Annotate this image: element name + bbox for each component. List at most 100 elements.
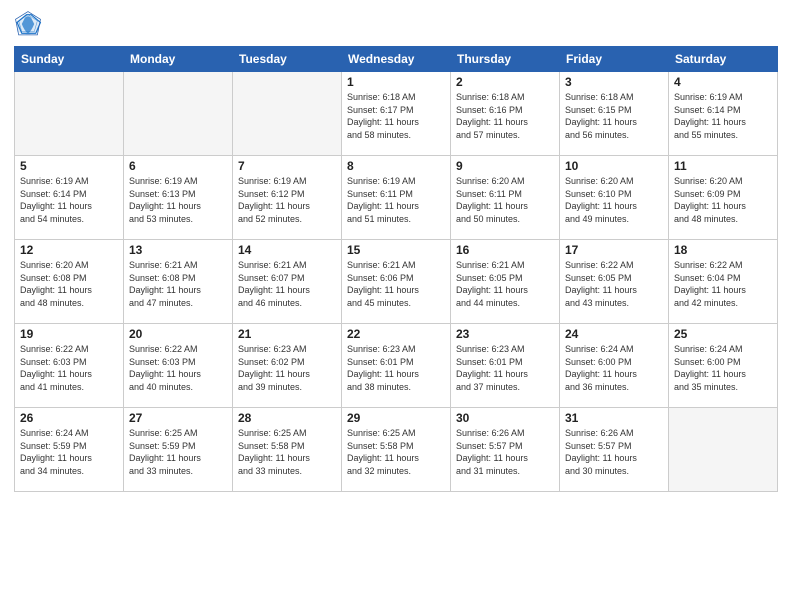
day-number: 8 (347, 159, 445, 173)
calendar-cell: 3 Sunrise: 6:18 AM Sunset: 6:15 PM Daylig… (560, 72, 669, 156)
day-number: 2 (456, 75, 554, 89)
calendar-cell: 15 Sunrise: 6:21 AM Sunset: 6:06 PM Dayli… (342, 240, 451, 324)
weekday-header-row: SundayMondayTuesdayWednesdayThursdayFrid… (15, 47, 778, 72)
calendar-cell (669, 408, 778, 492)
day-number: 11 (674, 159, 772, 173)
day-number: 14 (238, 243, 336, 257)
day-info: Sunrise: 6:19 AM Sunset: 6:14 PM Dayligh… (20, 175, 118, 225)
day-number: 29 (347, 411, 445, 425)
calendar-cell (124, 72, 233, 156)
day-info: Sunrise: 6:20 AM Sunset: 6:11 PM Dayligh… (456, 175, 554, 225)
day-info: Sunrise: 6:24 AM Sunset: 6:00 PM Dayligh… (674, 343, 772, 393)
day-info: Sunrise: 6:22 AM Sunset: 6:04 PM Dayligh… (674, 259, 772, 309)
calendar-cell: 31Sunrise: 6:26 AM Sunset: 5:57 PM Dayli… (560, 408, 669, 492)
day-info: Sunrise: 6:25 AM Sunset: 5:58 PM Dayligh… (238, 427, 336, 477)
calendar-cell (15, 72, 124, 156)
day-info: Sunrise: 6:26 AM Sunset: 5:57 PM Dayligh… (456, 427, 554, 477)
calendar-cell: 11 Sunrise: 6:20 AM Sunset: 6:09 PM Dayli… (669, 156, 778, 240)
calendar-cell: 13Sunrise: 6:21 AM Sunset: 6:08 PM Dayli… (124, 240, 233, 324)
day-info: Sunrise: 6:22 AM Sunset: 6:03 PM Dayligh… (20, 343, 118, 393)
calendar-cell: 26 Sunrise: 6:24 AM Sunset: 5:59 PM Dayli… (15, 408, 124, 492)
calendar-cell: 9 Sunrise: 6:20 AM Sunset: 6:11 PM Daylig… (451, 156, 560, 240)
calendar-cell: 12 Sunrise: 6:20 AM Sunset: 6:08 PM Dayli… (15, 240, 124, 324)
week-row-5: 26 Sunrise: 6:24 AM Sunset: 5:59 PM Dayli… (15, 408, 778, 492)
day-info: Sunrise: 6:21 AM Sunset: 6:05 PM Dayligh… (456, 259, 554, 309)
calendar-cell: 1 Sunrise: 6:18 AM Sunset: 6:17 PM Daylig… (342, 72, 451, 156)
day-info: Sunrise: 6:21 AM Sunset: 6:07 PM Dayligh… (238, 259, 336, 309)
day-number: 9 (456, 159, 554, 173)
day-info: Sunrise: 6:22 AM Sunset: 6:05 PM Dayligh… (565, 259, 663, 309)
day-number: 24 (565, 327, 663, 341)
day-info: Sunrise: 6:21 AM Sunset: 6:06 PM Dayligh… (347, 259, 445, 309)
calendar-cell: 7Sunrise: 6:19 AM Sunset: 6:12 PM Daylig… (233, 156, 342, 240)
calendar-cell: 10 Sunrise: 6:20 AM Sunset: 6:10 PM Dayli… (560, 156, 669, 240)
day-info: Sunrise: 6:24 AM Sunset: 6:00 PM Dayligh… (565, 343, 663, 393)
day-info: Sunrise: 6:18 AM Sunset: 6:15 PM Dayligh… (565, 91, 663, 141)
day-info: Sunrise: 6:25 AM Sunset: 5:58 PM Dayligh… (347, 427, 445, 477)
day-info: Sunrise: 6:19 AM Sunset: 6:12 PM Dayligh… (238, 175, 336, 225)
calendar-cell: 5Sunrise: 6:19 AM Sunset: 6:14 PM Daylig… (15, 156, 124, 240)
logo (14, 10, 46, 38)
day-info: Sunrise: 6:18 AM Sunset: 6:17 PM Dayligh… (347, 91, 445, 141)
day-number: 13 (129, 243, 227, 257)
day-info: Sunrise: 6:26 AM Sunset: 5:57 PM Dayligh… (565, 427, 663, 477)
calendar-cell: 6Sunrise: 6:19 AM Sunset: 6:13 PM Daylig… (124, 156, 233, 240)
week-row-4: 19Sunrise: 6:22 AM Sunset: 6:03 PM Dayli… (15, 324, 778, 408)
day-info: Sunrise: 6:23 AM Sunset: 6:02 PM Dayligh… (238, 343, 336, 393)
day-info: Sunrise: 6:19 AM Sunset: 6:11 PM Dayligh… (347, 175, 445, 225)
calendar-cell: 30 Sunrise: 6:26 AM Sunset: 5:57 PM Dayli… (451, 408, 560, 492)
weekday-header-monday: Monday (124, 47, 233, 72)
calendar-cell: 21 Sunrise: 6:23 AM Sunset: 6:02 PM Dayli… (233, 324, 342, 408)
day-info: Sunrise: 6:25 AM Sunset: 5:59 PM Dayligh… (129, 427, 227, 477)
calendar-cell (233, 72, 342, 156)
page: SundayMondayTuesdayWednesdayThursdayFrid… (0, 0, 792, 612)
calendar-cell: 25Sunrise: 6:24 AM Sunset: 6:00 PM Dayli… (669, 324, 778, 408)
day-number: 20 (129, 327, 227, 341)
day-number: 27 (129, 411, 227, 425)
calendar-cell: 27 Sunrise: 6:25 AM Sunset: 5:59 PM Dayli… (124, 408, 233, 492)
day-number: 30 (456, 411, 554, 425)
weekday-header-friday: Friday (560, 47, 669, 72)
day-number: 21 (238, 327, 336, 341)
day-info: Sunrise: 6:20 AM Sunset: 6:10 PM Dayligh… (565, 175, 663, 225)
calendar-cell: 2 Sunrise: 6:18 AM Sunset: 6:16 PM Daylig… (451, 72, 560, 156)
weekday-header-saturday: Saturday (669, 47, 778, 72)
day-number: 26 (20, 411, 118, 425)
day-number: 16 (456, 243, 554, 257)
day-info: Sunrise: 6:22 AM Sunset: 6:03 PM Dayligh… (129, 343, 227, 393)
day-info: Sunrise: 6:19 AM Sunset: 6:14 PM Dayligh… (674, 91, 772, 141)
calendar-cell: 29 Sunrise: 6:25 AM Sunset: 5:58 PM Dayli… (342, 408, 451, 492)
day-number: 17 (565, 243, 663, 257)
day-number: 15 (347, 243, 445, 257)
day-number: 10 (565, 159, 663, 173)
calendar-cell: 22 Sunrise: 6:23 AM Sunset: 6:01 PM Dayli… (342, 324, 451, 408)
day-number: 18 (674, 243, 772, 257)
day-number: 22 (347, 327, 445, 341)
day-number: 23 (456, 327, 554, 341)
day-number: 28 (238, 411, 336, 425)
calendar-cell: 8 Sunrise: 6:19 AM Sunset: 6:11 PM Daylig… (342, 156, 451, 240)
week-row-1: 1 Sunrise: 6:18 AM Sunset: 6:17 PM Daylig… (15, 72, 778, 156)
calendar-cell: 19Sunrise: 6:22 AM Sunset: 6:03 PM Dayli… (15, 324, 124, 408)
day-number: 12 (20, 243, 118, 257)
calendar-cell: 16 Sunrise: 6:21 AM Sunset: 6:05 PM Dayli… (451, 240, 560, 324)
day-number: 4 (674, 75, 772, 89)
day-info: Sunrise: 6:18 AM Sunset: 6:16 PM Dayligh… (456, 91, 554, 141)
day-info: Sunrise: 6:24 AM Sunset: 5:59 PM Dayligh… (20, 427, 118, 477)
calendar-cell: 14 Sunrise: 6:21 AM Sunset: 6:07 PM Dayli… (233, 240, 342, 324)
day-info: Sunrise: 6:20 AM Sunset: 6:09 PM Dayligh… (674, 175, 772, 225)
day-number: 1 (347, 75, 445, 89)
calendar-cell: 18 Sunrise: 6:22 AM Sunset: 6:04 PM Dayli… (669, 240, 778, 324)
logo-icon (14, 10, 42, 38)
week-row-3: 12 Sunrise: 6:20 AM Sunset: 6:08 PM Dayli… (15, 240, 778, 324)
calendar-cell: 28 Sunrise: 6:25 AM Sunset: 5:58 PM Dayli… (233, 408, 342, 492)
day-info: Sunrise: 6:20 AM Sunset: 6:08 PM Dayligh… (20, 259, 118, 309)
weekday-header-sunday: Sunday (15, 47, 124, 72)
day-info: Sunrise: 6:19 AM Sunset: 6:13 PM Dayligh… (129, 175, 227, 225)
day-number: 3 (565, 75, 663, 89)
calendar-cell: 4 Sunrise: 6:19 AM Sunset: 6:14 PM Daylig… (669, 72, 778, 156)
day-info: Sunrise: 6:23 AM Sunset: 6:01 PM Dayligh… (347, 343, 445, 393)
calendar-cell: 20 Sunrise: 6:22 AM Sunset: 6:03 PM Dayli… (124, 324, 233, 408)
weekday-header-tuesday: Tuesday (233, 47, 342, 72)
calendar-cell: 17 Sunrise: 6:22 AM Sunset: 6:05 PM Dayli… (560, 240, 669, 324)
